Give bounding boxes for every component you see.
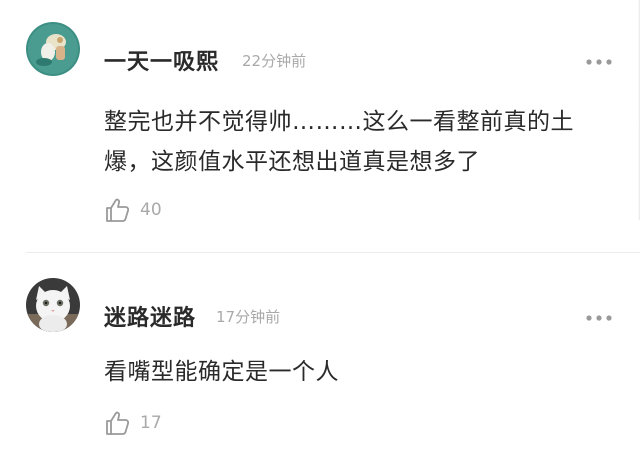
timestamp: 22分钟前: [242, 52, 307, 70]
avatar-image: [26, 278, 80, 332]
like-count: 40: [140, 200, 162, 220]
more-dots-icon[interactable]: [584, 52, 614, 65]
thumbs-up-icon: [106, 411, 130, 435]
avatar-image: [26, 22, 80, 76]
like-count: 17: [140, 413, 162, 433]
comment-text: 看嘴型能确定是一个人: [104, 359, 339, 385]
username[interactable]: 迷路迷路: [104, 300, 196, 332]
comment-item: 迷路迷路 17分钟前 看嘴型能确定是一个人 17: [0, 258, 640, 452]
user-avatar[interactable]: [26, 278, 80, 332]
timestamp: 17分钟前: [216, 308, 281, 326]
comment-text: 整完也并不觉得帅………这么一看整前真的土爆，这颜值水平还想出道真是想多了: [104, 109, 574, 175]
more-dots-icon[interactable]: [584, 308, 614, 321]
username[interactable]: 一天一吸熙: [104, 44, 219, 76]
comment-item: 一天一吸熙 22分钟前 整完也并不觉得帅………这么一看整前真的土爆，这颜值水平还…: [0, 0, 640, 252]
thumbs-up-icon: [106, 198, 130, 222]
divider: [26, 252, 640, 253]
user-avatar[interactable]: [26, 22, 80, 76]
like-button[interactable]: 17: [104, 408, 162, 438]
like-button[interactable]: 40: [104, 195, 162, 225]
